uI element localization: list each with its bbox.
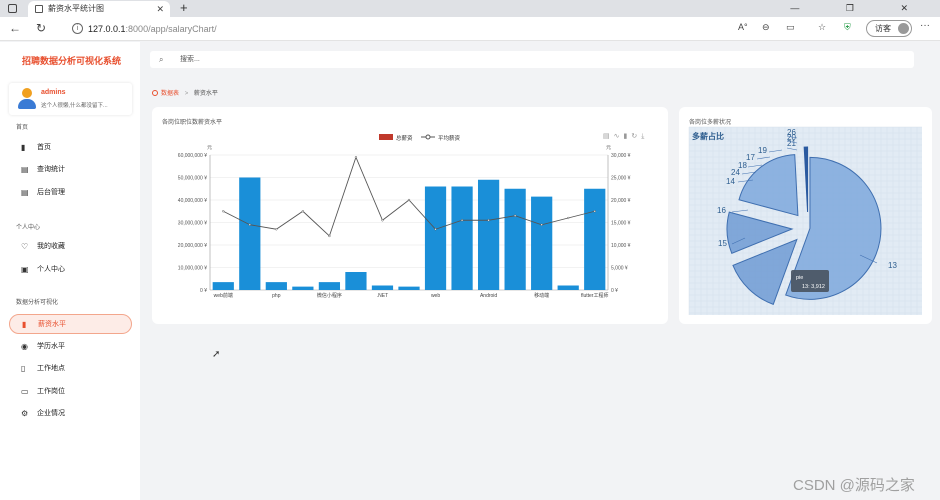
sidebar-item-position[interactable]: ▭ 工作岗位	[9, 382, 132, 402]
tab-close-icon[interactable]: ✕	[156, 1, 164, 17]
sidebar-item-home[interactable]: ▮ 首页	[9, 138, 132, 158]
more-menu-icon[interactable]: ···	[920, 20, 930, 31]
breadcrumb-current: 薪资水平	[193, 91, 218, 97]
sidebar-item-admin[interactable]: ▤ 后台管理	[9, 183, 132, 203]
bar-chart-icon: ▮	[22, 320, 27, 329]
url-input[interactable]: i 127.0.0.1:8000/app/salaryChart/	[62, 20, 852, 38]
sidebar-item-label: 首页	[37, 144, 51, 151]
sidebar-item-company[interactable]: ⚙ 企业情况	[9, 404, 132, 424]
back-arrow-icon[interactable]: ←	[9, 21, 21, 35]
refresh-icon[interactable]: ↻	[36, 21, 46, 35]
site-info-icon[interactable]: i	[72, 23, 83, 34]
sidebar-item-salary[interactable]: ▮ 薪资水平	[9, 314, 132, 334]
bar-chart-icon: ▮	[21, 143, 26, 152]
chart-toolbox: ▤∿▮↻⤓	[603, 132, 648, 141]
split-screen-icon[interactable]: ▭	[786, 22, 795, 33]
search-placeholder: 搜索...	[180, 56, 200, 63]
profile-button[interactable]: 访客	[866, 20, 912, 37]
sidebar-item-profile[interactable]: ▣ 个人中心	[9, 260, 132, 280]
sidebar-item-label: 我的收藏	[37, 243, 65, 250]
sidebar: 招聘数据分析可视化系统 admins 这个人很懒,什么都没留下... 首页 ▮ …	[0, 42, 140, 500]
breadcrumb-separator: >	[184, 91, 189, 97]
zoom-icon[interactable]: ⊖	[762, 22, 770, 33]
sidebar-item-education[interactable]: ◉ 学历水平	[9, 337, 132, 357]
read-aloud-icon[interactable]: A°	[738, 22, 748, 32]
bonus-chart-title: 各岗位多薪状况	[689, 120, 732, 126]
folder-icon: ▭	[21, 387, 29, 396]
home-icon	[152, 90, 158, 96]
section-title-personal: 个人中心	[16, 225, 41, 231]
gear-icon: ⚙	[21, 409, 29, 418]
shield-icon[interactable]: ⛨	[844, 22, 851, 33]
tab-actions-icon[interactable]	[8, 4, 17, 13]
user-circle-icon: ◉	[21, 342, 28, 351]
watermark: CSDN @源码之家	[793, 477, 915, 494]
sidebar-item-label: 个人中心	[37, 266, 65, 273]
data-view-icon[interactable]: ▤	[603, 133, 614, 140]
lock-icon: ▯	[21, 364, 26, 373]
list-icon: ▤	[21, 188, 29, 197]
sidebar-item-label: 薪资水平	[38, 321, 66, 328]
line-switch-icon[interactable]: ∿	[614, 133, 624, 140]
list-icon: ▤	[21, 165, 29, 174]
save-image-icon[interactable]: ⤓	[641, 133, 648, 140]
breadcrumb: 数据表 > 薪资水平	[152, 88, 218, 97]
new-tab-button[interactable]: +	[180, 0, 188, 16]
heart-icon: ♡	[21, 242, 29, 251]
tab-title: 薪资水平统计图	[48, 4, 104, 13]
sidebar-item-label: 企业情况	[37, 410, 65, 417]
browser-tab-strip: 薪资水平统计图 ✕ + — ❐ ✕	[0, 0, 940, 17]
avatar	[16, 88, 38, 110]
sidebar-item-query[interactable]: ▤ 查询统计	[9, 160, 132, 180]
page-favicon-icon	[35, 5, 43, 13]
profile-avatar-icon	[898, 23, 909, 34]
salary-chart-title: 各岗位职位数薪资水平	[162, 120, 223, 126]
restore-icon[interactable]: ↻	[631, 133, 641, 140]
section-title-analysis: 数据分析可视化	[16, 300, 59, 306]
user-name: admins	[41, 89, 66, 96]
id-card-icon: ▣	[21, 265, 29, 274]
window-controls[interactable]: — ❐ ✕	[790, 0, 930, 16]
profile-label: 访客	[875, 24, 891, 33]
sidebar-item-label: 工作岗位	[37, 388, 65, 395]
sidebar-item-label: 工作地点	[37, 365, 65, 372]
bonus-chart-card: 各岗位多薪状况	[679, 107, 932, 324]
user-signature: 这个人很懒,什么都没留下...	[41, 103, 108, 109]
sidebar-item-label: 查询统计	[37, 166, 65, 173]
mouse-cursor-icon: ➚	[212, 349, 221, 360]
sidebar-item-label: 后台管理	[37, 189, 65, 196]
app-logo: 招聘数据分析可视化系统	[22, 56, 122, 66]
browser-tab[interactable]: 薪资水平统计图 ✕	[28, 1, 170, 17]
user-card[interactable]: admins 这个人很懒,什么都没留下...	[9, 83, 132, 115]
breadcrumb-home[interactable]: 数据表	[161, 91, 179, 97]
address-bar-row: ← ↻ i 127.0.0.1:8000/app/salaryChart/ A°…	[0, 17, 940, 41]
section-title-home: 首页	[16, 125, 29, 131]
favorites-icon[interactable]: ☆	[818, 22, 826, 33]
search-icon: ⌕	[159, 55, 164, 64]
sidebar-item-label: 学历水平	[37, 343, 65, 350]
url-host: 127.0.0.1	[88, 24, 126, 34]
salary-chart-card: 各岗位职位数薪资水平	[152, 107, 668, 324]
sidebar-item-location[interactable]: ▯ 工作地点	[9, 359, 132, 379]
sidebar-item-favorites[interactable]: ♡ 我的收藏	[9, 237, 132, 257]
search-input[interactable]: ⌕ 搜索...	[150, 51, 914, 68]
url-path: :8000/app/salaryChart/	[125, 24, 217, 34]
